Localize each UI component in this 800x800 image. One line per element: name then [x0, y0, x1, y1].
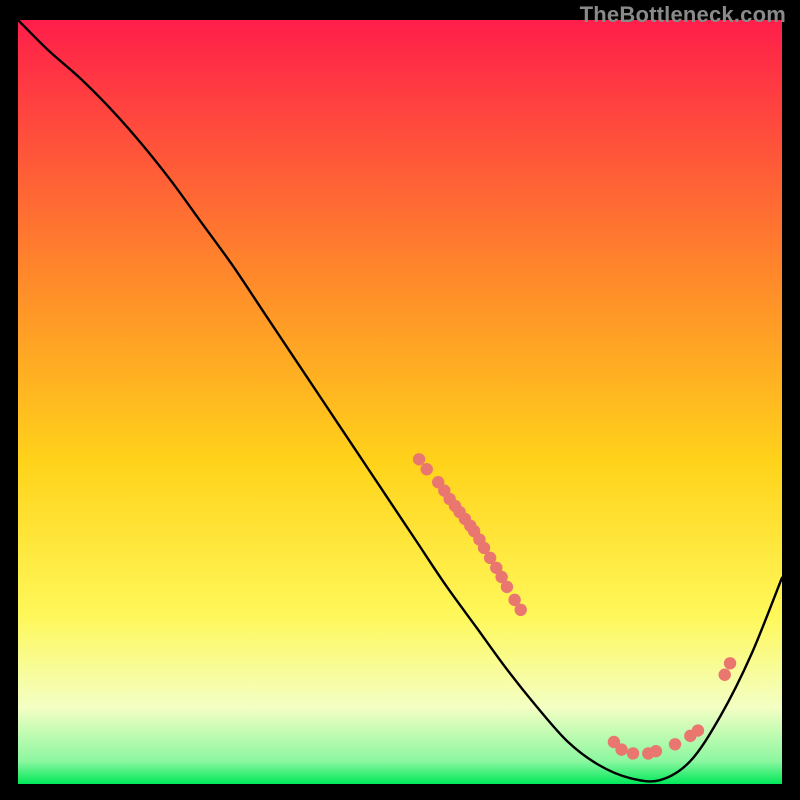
data-dot — [719, 669, 731, 681]
data-dot — [692, 724, 704, 736]
data-dot — [515, 604, 527, 616]
bottleneck-chart — [18, 20, 782, 784]
data-dot — [724, 657, 736, 669]
data-dot — [627, 747, 639, 759]
data-dot — [413, 453, 425, 465]
watermark-text: TheBottleneck.com — [580, 2, 786, 28]
data-dot — [615, 743, 627, 755]
data-dot — [669, 738, 681, 750]
data-dot — [650, 745, 662, 757]
chart-frame — [18, 20, 782, 784]
data-dot — [501, 581, 513, 593]
data-dot — [421, 463, 433, 475]
